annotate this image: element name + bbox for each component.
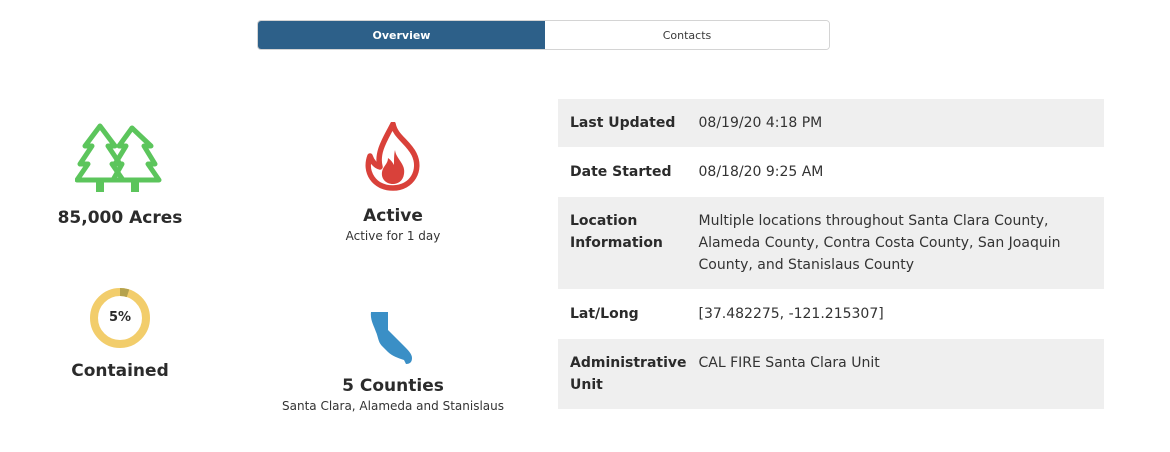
counties-stat: 5 Counties Santa Clara, Alameda and Stan… — [273, 308, 513, 413]
containment-percent: 5% — [108, 310, 132, 325]
acres-stat: 85,000 Acres — [40, 122, 200, 228]
tab-contacts[interactable]: Contacts — [545, 21, 829, 49]
info-row-date-started: Date Started 08/18/20 9:25 AM — [558, 148, 1104, 197]
info-value: 08/19/20 4:18 PM — [686, 99, 1104, 148]
acres-title: 85,000 Acres — [57, 208, 183, 228]
info-row-last-updated: Last Updated 08/19/20 4:18 PM — [558, 99, 1104, 148]
info-key: Last Updated — [558, 99, 687, 148]
containment-stat: 5% Contained — [40, 286, 200, 381]
info-row-admin-unit: Administrative Unit CAL FIRE Santa Clara… — [558, 338, 1104, 410]
info-row-lat-long: Lat/Long [37.482275, -121.215307] — [558, 290, 1104, 339]
info-value: CAL FIRE Santa Clara Unit — [686, 338, 1104, 410]
trees-icon — [75, 122, 165, 194]
info-key: Lat/Long — [570, 306, 639, 322]
status-stat: Active Active for 1 day — [313, 122, 473, 243]
info-key: Location Information — [558, 196, 687, 290]
info-value: Multiple locations throughout Santa Clar… — [686, 196, 1104, 290]
counties-subtitle: Santa Clara, Alameda and Stanislaus — [282, 399, 504, 413]
info-key: Administrative Unit — [558, 338, 687, 410]
info-value: 08/18/20 9:25 AM — [698, 164, 824, 180]
counties-title: 5 Counties — [342, 376, 444, 396]
info-key: Date Started — [570, 164, 672, 180]
incident-overview: Overview Contacts 85,000 Acres Active Ac… — [0, 0, 1170, 452]
containment-title: Contained — [71, 361, 169, 381]
info-row-location: Location Information Multiple locations … — [558, 196, 1104, 290]
info-value: [37.482275, -121.215307] — [698, 306, 884, 322]
incident-info-table: Last Updated 08/19/20 4:18 PM Date Start… — [558, 99, 1104, 410]
tab-overview[interactable]: Overview — [258, 21, 545, 49]
containment-ring: 5% — [88, 286, 152, 350]
status-title: Active — [363, 206, 423, 226]
flame-icon — [362, 122, 424, 192]
california-map-icon — [368, 308, 418, 366]
status-subtitle: Active for 1 day — [345, 229, 441, 243]
tab-bar: Overview Contacts — [257, 20, 830, 50]
